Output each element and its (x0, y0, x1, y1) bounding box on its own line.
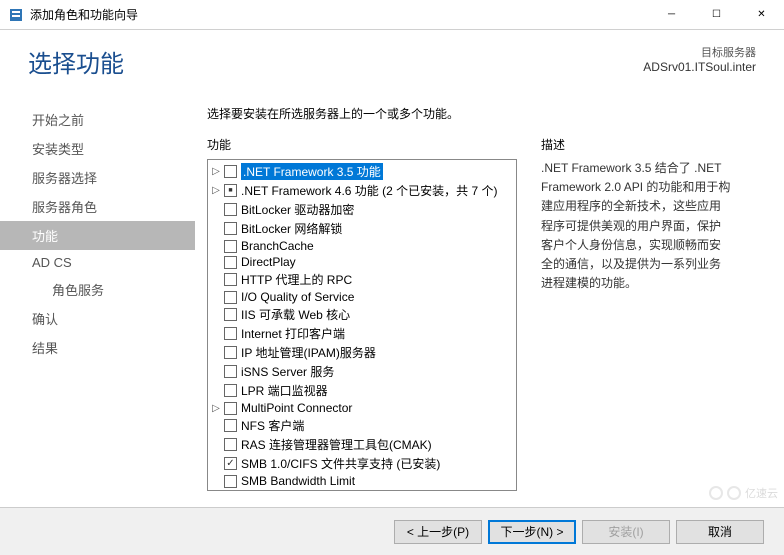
close-button[interactable]: ✕ (739, 0, 784, 29)
feature-label: LPR 端口监视器 (241, 382, 328, 399)
feature-label: NFS 客户端 (241, 417, 304, 434)
feature-item[interactable]: BranchCache (208, 238, 516, 254)
feature-checkbox[interactable] (224, 256, 237, 269)
target-server-name: ADSrv01.ITSoul.inter (643, 60, 756, 74)
feature-item[interactable]: ▷ MultiPoint Connector (208, 400, 516, 416)
feature-checkbox[interactable] (224, 273, 237, 286)
feature-item[interactable]: HTTP 代理上的 RPC (208, 270, 516, 289)
description-heading: 描述 (541, 136, 731, 153)
next-button[interactable]: 下一步(N) > (488, 520, 576, 544)
feature-checkbox[interactable] (224, 203, 237, 216)
nav-item[interactable]: 结果 (0, 333, 195, 362)
nav-item[interactable]: 角色服务 (0, 275, 195, 304)
feature-item[interactable]: Internet 打印客户端 (208, 324, 516, 343)
feature-label: iSNS Server 服务 (241, 363, 334, 380)
feature-item[interactable]: iSNS Server 服务 (208, 362, 516, 381)
feature-label: BitLocker 驱动器加密 (241, 201, 354, 218)
feature-item[interactable]: NFS 客户端 (208, 416, 516, 435)
feature-checkbox[interactable] (224, 327, 237, 340)
nav-item[interactable]: AD CS (0, 250, 195, 275)
feature-checkbox[interactable] (224, 308, 237, 321)
wizard-footer: < 上一步(P) 下一步(N) > 安装(I) 取消 (0, 507, 784, 555)
feature-checkbox[interactable] (224, 365, 237, 378)
description-text: .NET Framework 3.5 结合了 .NET Framework 2.… (541, 159, 731, 293)
instruction-text: 选择要安装在所选服务器上的一个或多个功能。 (207, 105, 776, 122)
target-server-info: 目标服务器 ADSrv01.ITSoul.inter (643, 44, 756, 74)
expand-icon[interactable]: ▷ (210, 403, 222, 414)
feature-item[interactable]: I/O Quality of Service (208, 289, 516, 305)
feature-checkbox[interactable] (224, 346, 237, 359)
nav-item[interactable]: 服务器角色 (0, 192, 195, 221)
cancel-button[interactable]: 取消 (676, 520, 764, 544)
prev-button[interactable]: < 上一步(P) (394, 520, 482, 544)
feature-label: SMB Bandwidth Limit (241, 474, 355, 488)
feature-checkbox[interactable] (224, 222, 237, 235)
nav-item[interactable]: 确认 (0, 304, 195, 333)
page-title: 选择功能 (28, 44, 124, 79)
feature-item[interactable]: SMB Bandwidth Limit (208, 473, 516, 489)
window-title: 添加角色和功能向导 (30, 6, 649, 23)
feature-label: .NET Framework 3.5 功能 (241, 163, 383, 180)
feature-checkbox[interactable] (224, 419, 237, 432)
feature-checkbox[interactable] (224, 457, 237, 470)
wizard-header: 选择功能 目标服务器 ADSrv01.ITSoul.inter (0, 30, 784, 87)
feature-checkbox[interactable] (224, 475, 237, 488)
feature-item[interactable]: BitLocker 驱动器加密 (208, 200, 516, 219)
feature-item[interactable]: IP 地址管理(IPAM)服务器 (208, 343, 516, 362)
nav-item[interactable]: 安装类型 (0, 134, 195, 163)
feature-checkbox[interactable] (224, 438, 237, 451)
feature-label: BranchCache (241, 239, 314, 253)
feature-label: DirectPlay (241, 255, 296, 269)
feature-checkbox[interactable] (224, 240, 237, 253)
feature-label: IIS 可承载 Web 核心 (241, 306, 350, 323)
expand-icon[interactable]: ▷ (210, 166, 222, 177)
feature-label: IP 地址管理(IPAM)服务器 (241, 344, 376, 361)
expand-icon[interactable]: ▷ (210, 185, 222, 196)
maximize-button[interactable]: ☐ (694, 0, 739, 29)
feature-label: MultiPoint Connector (241, 401, 352, 415)
minimize-button[interactable]: ─ (649, 0, 694, 29)
watermark: 亿速云 (709, 485, 778, 501)
feature-checkbox[interactable] (224, 184, 237, 197)
feature-item[interactable]: ▷ .NET Framework 3.5 功能 (208, 162, 516, 181)
title-bar: 添加角色和功能向导 ─ ☐ ✕ (0, 0, 784, 30)
feature-label: SMB 1.0/CIFS 文件共享支持 (已安装) (241, 455, 440, 472)
feature-label: HTTP 代理上的 RPC (241, 271, 352, 288)
feature-item[interactable]: DirectPlay (208, 254, 516, 270)
feature-item[interactable]: SMTP 服务器 (208, 489, 516, 491)
feature-label: .NET Framework 4.6 功能 (2 个已安装，共 7 个) (241, 182, 497, 199)
feature-item[interactable]: ▷ .NET Framework 4.6 功能 (2 个已安装，共 7 个) (208, 181, 516, 200)
nav-item[interactable]: 功能 (0, 221, 195, 250)
wizard-nav: 开始之前安装类型服务器选择服务器角色功能AD CS角色服务确认结果 (0, 87, 195, 512)
target-label: 目标服务器 (643, 44, 756, 60)
feature-item[interactable]: SMB 1.0/CIFS 文件共享支持 (已安装) (208, 454, 516, 473)
nav-item[interactable]: 服务器选择 (0, 163, 195, 192)
install-button[interactable]: 安装(I) (582, 520, 670, 544)
feature-item[interactable]: RAS 连接管理器管理工具包(CMAK) (208, 435, 516, 454)
feature-item[interactable]: LPR 端口监视器 (208, 381, 516, 400)
feature-checkbox[interactable] (224, 165, 237, 178)
feature-item[interactable]: IIS 可承载 Web 核心 (208, 305, 516, 324)
feature-label: I/O Quality of Service (241, 290, 354, 304)
feature-label: Internet 打印客户端 (241, 325, 345, 342)
feature-checkbox[interactable] (224, 291, 237, 304)
nav-item[interactable]: 开始之前 (0, 105, 195, 134)
app-icon (8, 7, 24, 23)
feature-checkbox[interactable] (224, 402, 237, 415)
features-listbox[interactable]: ▷ .NET Framework 3.5 功能 ▷ .NET Framework 4.… (207, 159, 517, 491)
features-heading: 功能 (207, 136, 517, 153)
feature-label: RAS 连接管理器管理工具包(CMAK) (241, 436, 432, 453)
feature-label: SMTP 服务器 (241, 490, 313, 491)
feature-label: BitLocker 网络解锁 (241, 220, 342, 237)
feature-checkbox[interactable] (224, 384, 237, 397)
feature-item[interactable]: BitLocker 网络解锁 (208, 219, 516, 238)
